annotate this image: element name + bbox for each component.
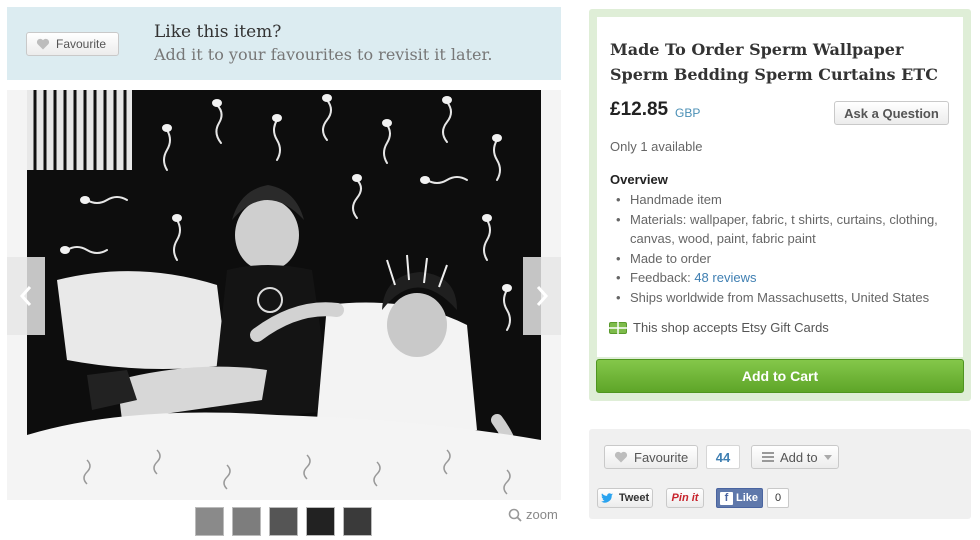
- favourite-button[interactable]: Favourite: [26, 32, 119, 56]
- facebook-icon: f: [720, 491, 733, 505]
- chevron-left-icon: [19, 286, 32, 306]
- facebook-like-button[interactable]: f Like: [716, 488, 763, 508]
- add-to-label: Add to: [780, 449, 818, 465]
- add-to-cart-button[interactable]: Add to Cart: [596, 359, 964, 393]
- tweet-button[interactable]: Tweet: [597, 488, 653, 508]
- tweet-label: Tweet: [618, 492, 650, 504]
- add-to-list-button[interactable]: Add to: [751, 445, 839, 469]
- listing-image-viewer: [7, 90, 561, 500]
- thumbnail[interactable]: [306, 507, 335, 536]
- listing-photo[interactable]: [27, 90, 541, 500]
- overview-item-materials: Materials: wallpaper, fabric, t shirts, …: [614, 210, 954, 249]
- favourite-button-label: Favourite: [56, 37, 107, 51]
- favourite-banner-title: Like this item?: [154, 22, 282, 42]
- overview-list: Handmade item Materials: wallpaper, fabr…: [614, 190, 954, 307]
- favourite-count[interactable]: 44: [706, 445, 740, 469]
- thumbnail[interactable]: [195, 507, 224, 536]
- magnifier-icon: [508, 508, 522, 522]
- favourite-banner-subtitle: Add it to your favourites to revisit it …: [154, 45, 493, 64]
- thumbnail[interactable]: [343, 507, 372, 536]
- like-count: 0: [767, 488, 789, 508]
- gift-card-text: This shop accepts Etsy Gift Cards: [633, 320, 829, 335]
- gift-card-icon: [609, 321, 627, 334]
- overview-heading: Overview: [610, 172, 668, 187]
- favourite-button-secondary[interactable]: Favourite: [604, 445, 698, 469]
- chevron-right-icon: [536, 286, 549, 306]
- previous-image-button[interactable]: [7, 257, 45, 335]
- photo-graphic: [27, 90, 541, 500]
- like-label: Like: [736, 492, 759, 504]
- favourite-banner: Favourite Like this item? Add it to your…: [7, 7, 561, 80]
- zoom-button[interactable]: zoom: [508, 507, 558, 522]
- currency-label: GBP: [675, 106, 701, 120]
- thumbnail[interactable]: [269, 507, 298, 536]
- buy-panel: Made To Order Sperm Wallpaper Sperm Bedd…: [589, 9, 971, 401]
- price: £12.85: [610, 99, 669, 120]
- listing-info: Made To Order Sperm Wallpaper Sperm Bedd…: [597, 17, 963, 357]
- gift-card-note: This shop accepts Etsy Gift Cards: [609, 320, 829, 335]
- availability-text: Only 1 available: [610, 139, 703, 154]
- overview-item-feedback: Feedback: 48 reviews: [614, 268, 954, 288]
- feedback-reviews-link[interactable]: 48 reviews: [694, 270, 756, 285]
- next-image-button[interactable]: [523, 257, 561, 335]
- twitter-bird-icon: [600, 493, 613, 503]
- favourite-label: Favourite: [634, 449, 689, 465]
- thumbnail-strip: [195, 507, 372, 536]
- listing-title: Made To Order Sperm Wallpaper Sperm Bedd…: [610, 40, 938, 84]
- zoom-label: zoom: [526, 507, 558, 522]
- heart-icon: [614, 451, 628, 463]
- overview-item-made-to-order: Made to order: [614, 249, 954, 269]
- thumbnail[interactable]: [232, 507, 261, 536]
- pin-it-button[interactable]: Pin it: [666, 488, 704, 508]
- overview-item-handmade: Handmade item: [614, 190, 954, 210]
- ask-question-button[interactable]: Ask a Question: [834, 101, 949, 125]
- feedback-label: Feedback:: [630, 270, 691, 285]
- list-icon: [762, 452, 774, 462]
- chevron-down-icon: [823, 454, 832, 460]
- social-panel: Favourite 44 Add to Tweet Pin it f Like …: [589, 429, 971, 519]
- overview-item-ships: Ships worldwide from Massachusetts, Unit…: [614, 288, 954, 308]
- heart-icon: [36, 38, 50, 50]
